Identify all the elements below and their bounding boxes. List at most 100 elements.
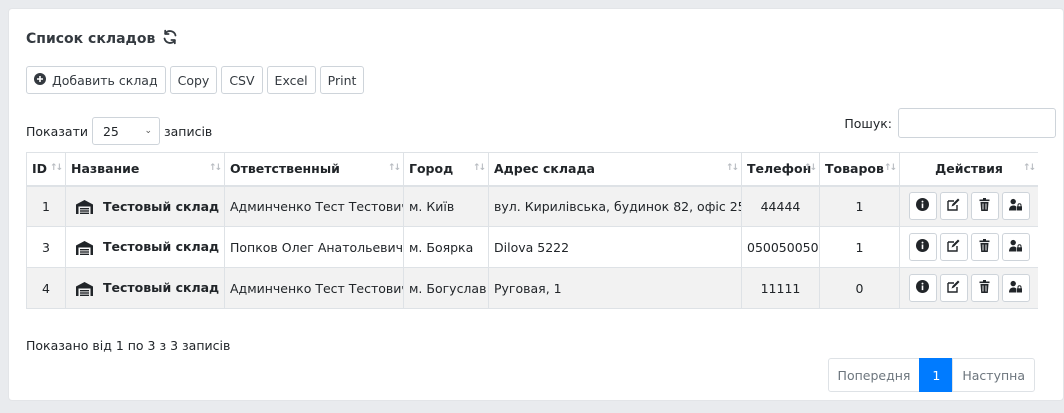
delete-button[interactable]: [970, 274, 999, 302]
toolbar: Добавить склад Copy CSV Excel Print: [26, 66, 365, 94]
chevron-down-icon: ⌄: [144, 126, 152, 136]
permissions-button[interactable]: [1001, 192, 1030, 221]
sort-icon: ↑↓: [1022, 163, 1036, 173]
column-header-id[interactable]: ID ↑↓: [26, 152, 66, 187]
column-header-address[interactable]: Адрес склада ↑↓: [488, 152, 742, 187]
user-lock-icon: [1009, 239, 1022, 255]
csv-button[interactable]: CSV: [221, 66, 263, 94]
column-header-city[interactable]: Город ↑↓: [403, 152, 489, 187]
column-header-responsible[interactable]: Ответственный ↑↓: [224, 152, 404, 187]
cell-actions: [899, 267, 1038, 309]
sort-icon: ↑↓: [803, 163, 817, 173]
edit-button[interactable]: [939, 192, 968, 221]
sort-icon: ↑↓: [49, 163, 63, 173]
edit-icon: [947, 198, 960, 214]
cell-city: м. Київ: [403, 185, 489, 227]
edit-icon: [947, 239, 960, 255]
sort-icon: ↑↓: [725, 163, 739, 173]
excel-button[interactable]: Excel: [266, 66, 316, 94]
trash-icon: [978, 239, 991, 255]
page-length-select[interactable]: 25 ⌄: [91, 117, 160, 145]
cell-id: 1: [26, 185, 66, 227]
sort-icon: ↑↓: [472, 163, 486, 173]
sort-icon: ↑↓: [883, 163, 897, 173]
trash-icon: [978, 280, 991, 296]
column-header-name[interactable]: Название ↑↓: [65, 152, 225, 187]
search-input[interactable]: [898, 108, 1056, 138]
edit-button[interactable]: [939, 233, 968, 261]
user-lock-icon: [1009, 198, 1022, 214]
column-header-items[interactable]: Товаров ↑↓: [819, 152, 900, 187]
info-icon: [916, 280, 929, 296]
delete-button[interactable]: [970, 192, 999, 221]
cell-address: вул. Кирилівська, будинок 82, офіс 256: [488, 185, 742, 227]
edit-button[interactable]: [939, 274, 968, 302]
cell-id: 4: [26, 267, 66, 309]
table-row: 3 Тестовый склад 2 Попков Олег Анатольев…: [26, 226, 1038, 268]
search-control: Пошук:: [844, 108, 1056, 138]
warehouse-icon: [76, 200, 93, 214]
cell-responsible: Админченко Тест Тестович: [224, 185, 404, 227]
cell-items: 0: [819, 267, 900, 309]
user-lock-icon: [1009, 280, 1022, 296]
sort-icon: ↑↓: [208, 163, 222, 173]
warehouse-icon: [76, 240, 93, 255]
search-label: Пошук:: [844, 115, 892, 131]
page-1-button[interactable]: 1: [919, 358, 954, 392]
permissions-button[interactable]: [1001, 274, 1030, 302]
page-length-value: 25: [102, 123, 119, 139]
cell-city: м. Богуслав: [403, 267, 489, 309]
warehouse-name: Тестовый склад: [103, 198, 220, 214]
page-title-text: Список складов: [26, 31, 156, 47]
show-label: Показати: [26, 123, 88, 139]
column-header-phone[interactable]: Телефон ↑↓: [741, 152, 820, 187]
cell-responsible: Попков Олег Анатольевич: [224, 226, 404, 268]
plus-circle-icon: [34, 72, 46, 88]
cell-id: 3: [26, 226, 66, 268]
cell-actions: [899, 226, 1038, 268]
cell-phone: 44444: [741, 185, 820, 227]
previous-page-button[interactable]: Попередня: [827, 358, 921, 392]
cell-address: Руговая, 1: [488, 267, 742, 309]
cell-name[interactable]: Тестовый склад: [65, 185, 225, 227]
table-header-row: ID ↑↓ Название ↑↓ Ответственный ↑↓ Город ↑↓ …: [26, 152, 1038, 187]
pagination: Попередня 1 Наступна: [827, 358, 1035, 392]
info-button[interactable]: [908, 233, 937, 261]
warehouse-table: ID ↑↓ Название ↑↓ Ответственный ↑↓ Город ↑↓ …: [26, 152, 1038, 309]
print-button[interactable]: Print: [319, 66, 365, 94]
delete-button[interactable]: [970, 233, 999, 261]
info-icon: [916, 239, 929, 255]
info-button[interactable]: [908, 274, 937, 302]
warehouse-icon: [76, 281, 93, 296]
add-warehouse-label: Добавить склад: [52, 72, 158, 88]
cell-phone: 11111: [741, 267, 820, 309]
table-info: Показано від 1 по 3 з 3 записів: [26, 338, 231, 353]
trash-icon: [978, 198, 991, 214]
cell-items: 1: [819, 226, 900, 268]
refresh-icon[interactable]: [162, 29, 178, 49]
add-warehouse-button[interactable]: Добавить склад: [26, 66, 166, 94]
cell-address: Dilova 5222: [488, 226, 742, 268]
next-page-button[interactable]: Наступна: [952, 358, 1035, 392]
permissions-button[interactable]: [1001, 233, 1030, 261]
edit-icon: [947, 280, 960, 296]
sort-icon: ↑↓: [387, 163, 401, 173]
cell-name[interactable]: Тестовый склад 2: [65, 226, 225, 268]
records-label: записів: [163, 123, 213, 139]
info-icon: [916, 198, 929, 214]
table-row: 4 Тестовый склад 3 Админченко Тест Тесто…: [26, 267, 1038, 309]
table-row: 1 Тестовый склад Админченко Тест Тестови…: [26, 185, 1038, 227]
cell-city: м. Боярка: [403, 226, 489, 268]
cell-items: 1: [819, 185, 900, 227]
copy-button[interactable]: Copy: [169, 66, 218, 94]
info-button[interactable]: [908, 192, 937, 221]
warehouse-name: Тестовый склад 3: [103, 280, 225, 296]
cell-phone: 050050050: [741, 226, 820, 268]
page-length-control: Показати 25 ⌄ записів: [26, 117, 212, 145]
cell-name[interactable]: Тестовый склад 3: [65, 267, 225, 309]
column-header-actions[interactable]: Действия ↑↓: [899, 152, 1038, 187]
page-title: Список складов: [26, 29, 178, 49]
warehouse-list-card: Список складов Добавить склад Copy CSV E…: [8, 8, 1064, 401]
cell-responsible: Админченко Тест Тестович: [224, 267, 404, 309]
cell-actions: [899, 185, 1038, 227]
